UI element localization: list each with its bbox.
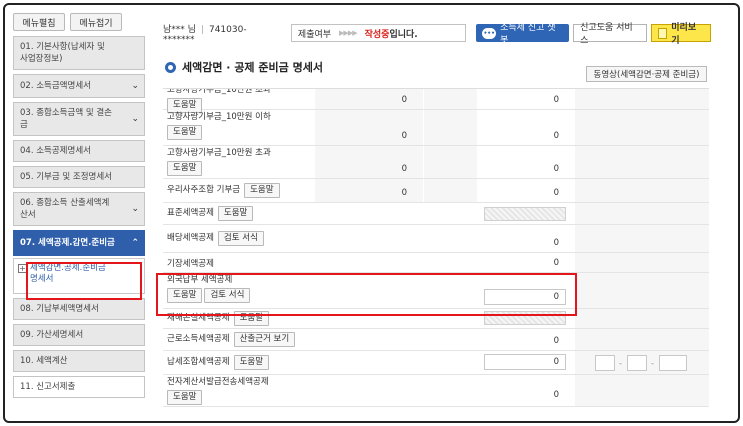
help-button[interactable]: 도움말 bbox=[217, 206, 254, 221]
table-row: 전자계산서발급전송세액공제도움말 0 bbox=[163, 375, 709, 407]
row-label: 표준세액공제 bbox=[167, 208, 214, 218]
chatbot-button[interactable]: ••• 소득세 신고 챗봇 bbox=[476, 23, 570, 46]
sidebar-item-tax-calculation[interactable]: 10. 세액계산 bbox=[13, 350, 145, 372]
row-label: 고향사랑기부금_10만원 이하 bbox=[167, 112, 271, 122]
table-row: 기장세액공제 0 bbox=[163, 253, 709, 273]
window-frame: 메뉴펼침 메뉴접기 01. 기본사항(납세자 및 사업장정보) 02. 소득금액… bbox=[3, 3, 740, 423]
video-button[interactable]: 동영상(세액감면·공제 준비금) bbox=[586, 66, 707, 82]
chevron-up-icon: ⌃ bbox=[131, 238, 139, 248]
row-value: 0 bbox=[553, 164, 559, 174]
preview-label: 미리보기 bbox=[671, 23, 697, 46]
table-row: 배당세액공제 검토 서식 0 bbox=[163, 225, 709, 253]
tax-union-credit-input[interactable]: 0 bbox=[484, 354, 566, 370]
disabled-field bbox=[484, 207, 566, 221]
page-title-text: 세액감면 · 공제 준비금 명세서 bbox=[182, 61, 323, 74]
highlight-box-foreign-tax bbox=[156, 273, 577, 316]
chevron-down-icon: ⌄ bbox=[131, 81, 139, 91]
row-value: 0 bbox=[553, 390, 559, 400]
table-row: 납세조합세액공제 도움말 0 - - bbox=[163, 351, 709, 375]
row-label: 기장세액공제 bbox=[167, 259, 214, 269]
document-icon bbox=[658, 27, 668, 39]
sidebar-item-tax-calc[interactable]: 06. 종합소득 산출세액계 산서 ⌄ bbox=[13, 192, 145, 226]
chatbot-label: 소득세 신고 챗봇 bbox=[500, 23, 556, 46]
row-value: 0 bbox=[401, 95, 407, 105]
help-button[interactable]: 도움말 bbox=[167, 390, 203, 405]
sidebar-item-prepaid-tax[interactable]: 08. 기납부세액명세서 bbox=[13, 298, 145, 320]
highlight-box-sidebar bbox=[26, 262, 142, 300]
sidebar: 메뉴펼침 메뉴접기 01. 기본사항(납세자 및 사업장정보) 02. 소득금액… bbox=[13, 13, 149, 417]
header-bar: 남*** 님 | 741030-******* 제출여부 ▶▶▶▶ 작성중 입니다. … bbox=[163, 23, 712, 46]
help-button[interactable]: 도움말 bbox=[244, 183, 280, 198]
sidebar-item-label: 03. 종합소득금액 및 결손 금 bbox=[20, 108, 113, 130]
table-row: 고향사랑기부금_10만원 초과도움말 0 0 bbox=[163, 146, 709, 179]
table-row: 근로소득세액공제 산출근거 보기 0 bbox=[163, 329, 709, 351]
sidebar-item-tax-credit[interactable]: 07. 세액공제.감면.준비금 ⌃ bbox=[13, 230, 145, 256]
sidebar-item-total-income[interactable]: 03. 종합소득금액 및 결손 금 ⌄ bbox=[13, 102, 145, 136]
calc-basis-button[interactable]: 산출근거 보기 bbox=[233, 332, 296, 347]
row-label: 고향사랑기부금_10만원 초과 bbox=[167, 88, 271, 95]
bullet-icon bbox=[165, 61, 176, 73]
sidebar-item-label: 06. 종합소득 산출세액계 산서 bbox=[20, 198, 110, 220]
menu-expand-button[interactable]: 메뉴펼침 bbox=[13, 13, 65, 31]
status-suffix: 입니다. bbox=[389, 29, 418, 40]
date-field-3[interactable] bbox=[659, 355, 687, 371]
table-row: 우리사주조합 기부금 도움말 0 0 bbox=[163, 179, 709, 203]
date-field-1[interactable] bbox=[595, 355, 615, 371]
tax-credit-table: 고향사랑기부금_10만원 초과 도움말 0 0 고향사랑기부금_10만원 이하 도움… bbox=[163, 88, 709, 416]
sidebar-item-label: 07. 세액공제.감면.준비금 bbox=[20, 238, 115, 248]
review-form-button[interactable]: 검토 서식 bbox=[217, 231, 264, 246]
table-row: 표준세액공제 도움말 bbox=[163, 203, 709, 225]
row-value: 0 bbox=[401, 164, 407, 174]
row-value: 0 bbox=[401, 188, 407, 198]
row-value: 0 bbox=[401, 131, 407, 141]
row-label: 근로소득세액공제 bbox=[167, 334, 230, 344]
chat-icon: ••• bbox=[482, 27, 497, 39]
row-value: 0 bbox=[553, 258, 559, 268]
sidebar-item-income-deduction[interactable]: 04. 소득공제명세서 bbox=[13, 140, 145, 162]
dash-separator: - bbox=[651, 359, 654, 368]
status-label: 제출여부 bbox=[297, 29, 332, 40]
row-label: 배당세액공제 bbox=[167, 233, 214, 243]
page-title: 세액감면 · 공제 준비금 명세서 bbox=[165, 59, 323, 75]
row-value: 0 bbox=[553, 188, 559, 198]
row-value: 0 bbox=[553, 131, 559, 141]
row-value: 0 bbox=[553, 95, 559, 105]
sidebar-item-penalty-tax[interactable]: 09. 가산세명세서 bbox=[13, 324, 145, 346]
row-value: 0 bbox=[553, 238, 559, 248]
row-label: 전자계산서발급전송세액공제 bbox=[167, 377, 269, 387]
chevron-down-icon: ⌄ bbox=[131, 204, 139, 214]
row-label: 납세조합세액공제 bbox=[167, 357, 230, 367]
dash-separator: - bbox=[619, 359, 622, 368]
submit-status: 제출여부 ▶▶▶▶ 작성중 입니다. bbox=[290, 24, 467, 42]
row-label: 우리사주조합 기부금 bbox=[167, 185, 241, 195]
sidebar-item-submit[interactable]: 11. 신고서제출 bbox=[13, 376, 145, 398]
user-info: 남*** 님 | 741030-******* bbox=[163, 24, 247, 45]
chevron-down-icon: ⌄ bbox=[131, 114, 139, 124]
help-button[interactable]: 도움말 bbox=[167, 125, 203, 140]
help-button[interactable]: 도움말 bbox=[233, 355, 270, 370]
date-field-2[interactable] bbox=[627, 355, 647, 371]
status-value: 작성중 bbox=[364, 29, 390, 40]
menu-collapse-button[interactable]: 메뉴접기 bbox=[70, 13, 122, 31]
sidebar-item-income-statement[interactable]: 02. 소득금액명세서 ⌄ bbox=[13, 74, 145, 98]
row-label: 고향사랑기부금_10만원 초과 bbox=[167, 148, 271, 158]
sidebar-item-basic-info[interactable]: 01. 기본사항(납세자 및 사업장정보) bbox=[13, 36, 145, 70]
user-name: 남*** 님 bbox=[163, 24, 196, 35]
preview-button[interactable]: 미리보기 bbox=[651, 23, 712, 46]
arrows-icon: ▶▶▶▶ bbox=[339, 29, 358, 37]
table-row: 고향사랑기부금_10만원 이하도움말 0 0 bbox=[163, 110, 709, 146]
sidebar-item-donation[interactable]: 05. 기부금 및 조정명세서 bbox=[13, 166, 145, 188]
row-value: 0 bbox=[553, 336, 559, 346]
sidebar-item-label: 02. 소득금액명세서 bbox=[20, 81, 91, 91]
table-row: 고향사랑기부금_10만원 초과 도움말 0 0 bbox=[163, 88, 709, 113]
help-service-button[interactable]: 신고도움 서비스 bbox=[573, 23, 648, 46]
help-button[interactable]: 도움말 bbox=[167, 161, 203, 176]
